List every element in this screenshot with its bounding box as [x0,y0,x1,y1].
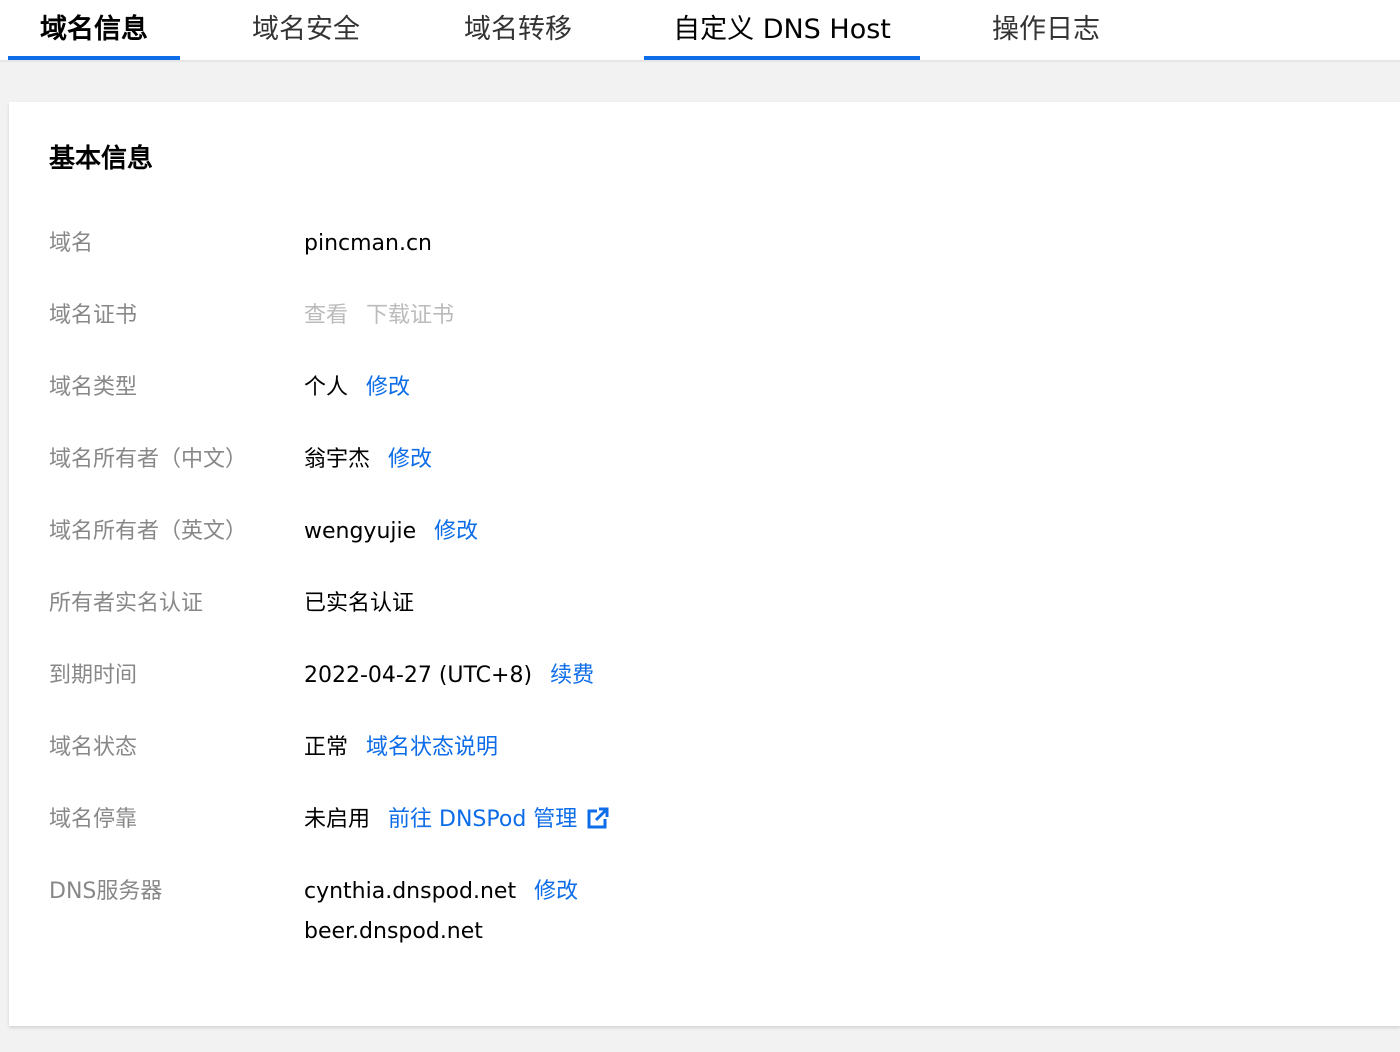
certificate-actions: 查看 下载证书 [304,298,454,334]
row-label: 域名所有者（英文） [49,519,248,544]
owner-cn-text: 翁宇杰 [304,447,371,472]
verification-value: 已实名认证 [304,591,415,616]
owner-cn-value: 翁宇杰 修改 [304,442,432,478]
row-label: 到期时间 [49,663,138,688]
row-label: 域名状态 [49,735,138,760]
dnspod-manage-link[interactable]: 前往 DNSPod 管理 [388,807,609,832]
tab-label: 自定义 DNS Host [673,14,891,45]
tab-domain-transfer[interactable]: 域名转移 [432,0,604,58]
row-domain: 域名 pincman.cn [49,226,1349,262]
tab-bar: 域名信息 域名安全 域名转移 自定义 DNS Host 操作日志 [0,0,1400,62]
edit-domain-type-link[interactable]: 修改 [366,375,410,400]
row-dns-servers: DNS服务器 cynthia.dnspod.net 修改 beer.dnspod.… [49,874,1349,954]
card-title: 基本信息 [49,144,154,174]
edit-owner-cn-link[interactable]: 修改 [388,447,432,472]
tab-label: 域名信息 [40,14,148,45]
renew-link[interactable]: 续费 [550,663,594,688]
expiry-date: 2022-04-27 (UTC+8) [304,663,533,688]
domain-type-value: 个人 修改 [304,370,410,406]
owner-en-value: wengyujie 修改 [304,514,478,550]
row-label: 域名证书 [49,303,138,328]
row-owner-cn: 域名所有者（中文） 翁宇杰 修改 [49,442,1349,478]
external-link-icon [587,805,609,841]
tab-operation-log[interactable]: 操作日志 [960,0,1132,58]
status-value: 正常 域名状态说明 [304,730,498,766]
row-label: DNS服务器 [49,879,163,904]
parking-value: 未启用 前往 DNSPod 管理 [304,802,609,841]
basic-info-card: 基本信息 域名 pincman.cn 域名证书 查看 下载证书 域名类型 个人 修改… [9,102,1400,1026]
tab-active-indicator [8,56,180,60]
dns-server-1-text: cynthia.dnspod.net [304,879,517,904]
dns-server-1: cynthia.dnspod.net 修改 [304,874,578,910]
tab-active-indicator [644,56,920,60]
domain-type-text: 个人 [304,375,349,400]
tab-label: 域名转移 [464,14,572,45]
tab-label: 操作日志 [992,14,1100,45]
status-text: 正常 [304,735,349,760]
row-parking: 域名停靠 未启用 前往 DNSPod 管理 [49,802,1349,838]
edit-owner-en-link[interactable]: 修改 [434,519,478,544]
row-label: 域名类型 [49,375,138,400]
download-certificate-link[interactable]: 下载证书 [366,303,454,328]
dnspod-manage-label: 前往 DNSPod 管理 [388,807,578,832]
status-explanation-link[interactable]: 域名状态说明 [366,735,498,760]
row-label: 所有者实名认证 [49,591,204,616]
tab-domain-security[interactable]: 域名安全 [220,0,392,58]
row-domain-type: 域名类型 个人 修改 [49,370,1349,406]
owner-en-text: wengyujie [304,519,417,544]
tab-label: 域名安全 [252,14,360,45]
expiry-value: 2022-04-27 (UTC+8) 续费 [304,658,594,694]
view-certificate-link[interactable]: 查看 [304,303,348,328]
row-owner-en: 域名所有者（英文） wengyujie 修改 [49,514,1349,550]
row-expiry: 到期时间 2022-04-27 (UTC+8) 续费 [49,658,1349,694]
tab-domain-info[interactable]: 域名信息 [8,0,180,60]
row-label: 域名停靠 [49,807,138,832]
row-verification: 所有者实名认证 已实名认证 [49,586,1349,622]
row-status: 域名状态 正常 域名状态说明 [49,730,1349,766]
dns-server-2: beer.dnspod.net [304,919,483,944]
row-label: 域名 [49,231,94,256]
edit-dns-link[interactable]: 修改 [534,879,578,904]
domain-value: pincman.cn [304,231,433,256]
parking-text: 未启用 [304,807,371,832]
tab-custom-dns-host[interactable]: 自定义 DNS Host [644,0,920,60]
row-certificate: 域名证书 查看 下载证书 [49,298,1349,334]
row-label: 域名所有者（中文） [49,447,248,472]
